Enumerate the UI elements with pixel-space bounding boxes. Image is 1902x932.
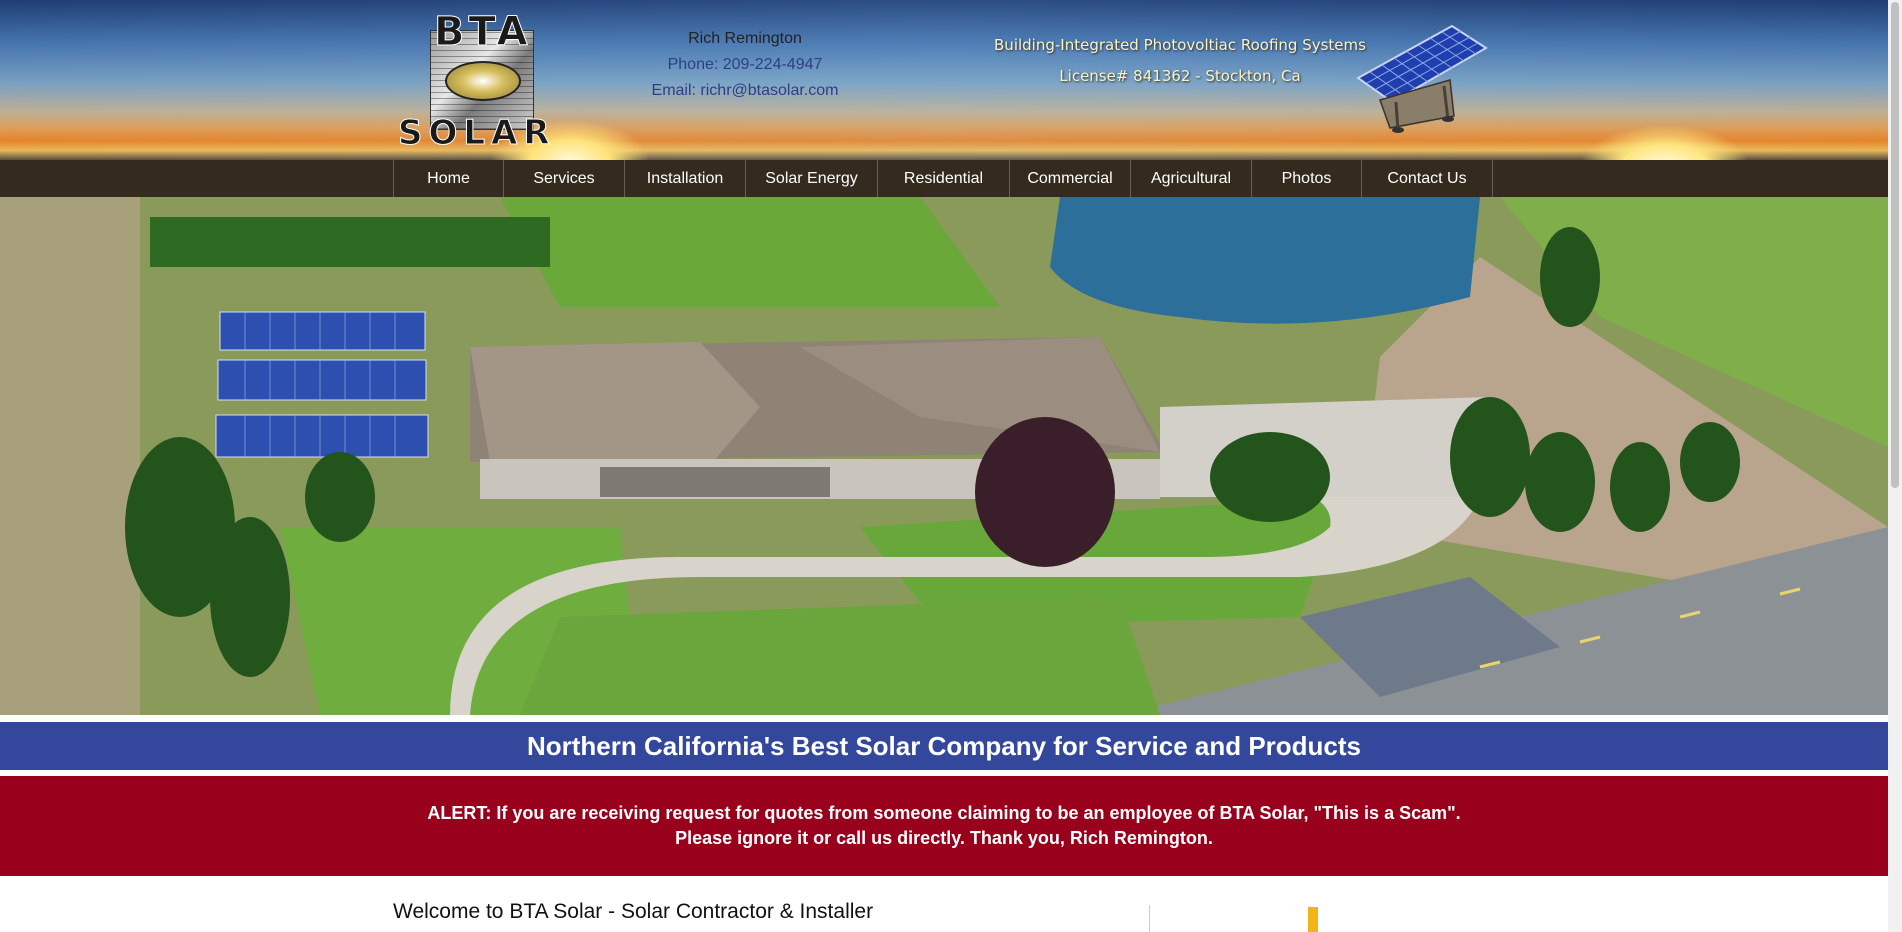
welcome-heading: Welcome to BTA Solar - Solar Contractor … <box>393 900 874 923</box>
column-divider <box>1149 905 1150 932</box>
nav-item-commercial[interactable]: Commercial <box>1010 160 1131 197</box>
alert-text: ALERT: If you are receiving request for … <box>427 803 1461 848</box>
aerial-property-image <box>0 197 1888 715</box>
nav-item-solar-energy[interactable]: Solar Energy <box>746 160 878 197</box>
main-navigation: Home Services Installation Solar Energy … <box>0 160 1888 197</box>
logo-oval <box>445 61 521 101</box>
contact-email[interactable]: Email: richr@btasolar.com <box>620 78 870 104</box>
nav-item-photos[interactable]: Photos <box>1252 160 1362 197</box>
logo-bottom-text: SOLAR <box>398 113 556 153</box>
contact-block: Rich Remington Phone: 209-224-4947 Email… <box>620 26 870 104</box>
nav-item-installation[interactable]: Installation <box>625 160 746 197</box>
page-scrollbar[interactable] <box>1888 0 1902 932</box>
contact-name: Rich Remington <box>688 30 802 47</box>
bta-solar-logo[interactable]: BTA SOLAR <box>398 9 570 153</box>
scam-alert-banner: ALERT: If you are receiving request for … <box>0 776 1888 876</box>
headline-banner: Northern California's Best Solar Company… <box>0 722 1888 770</box>
logo-top-text: BTA <box>434 9 532 55</box>
nav-item-residential[interactable]: Residential <box>878 160 1010 197</box>
contact-phone[interactable]: Phone: 209-224-4947 <box>620 52 870 78</box>
headline-text: Northern California's Best Solar Company… <box>526 730 1362 761</box>
hero-aerial-photo <box>0 197 1888 715</box>
sidebar-accent-bar <box>1308 907 1318 932</box>
nav-item-services[interactable]: Services <box>504 160 625 197</box>
solar-panel-icon <box>1356 24 1488 133</box>
scrollbar-thumb[interactable] <box>1891 2 1899 488</box>
nav-item-home[interactable]: Home <box>394 160 504 197</box>
site-header: BTA SOLAR Rich Remington Phone: 209-224-… <box>0 0 1888 160</box>
nav-item-agricultural[interactable]: Agricultural <box>1131 160 1252 197</box>
nav-item-contact-us[interactable]: Contact Us <box>1362 160 1493 197</box>
